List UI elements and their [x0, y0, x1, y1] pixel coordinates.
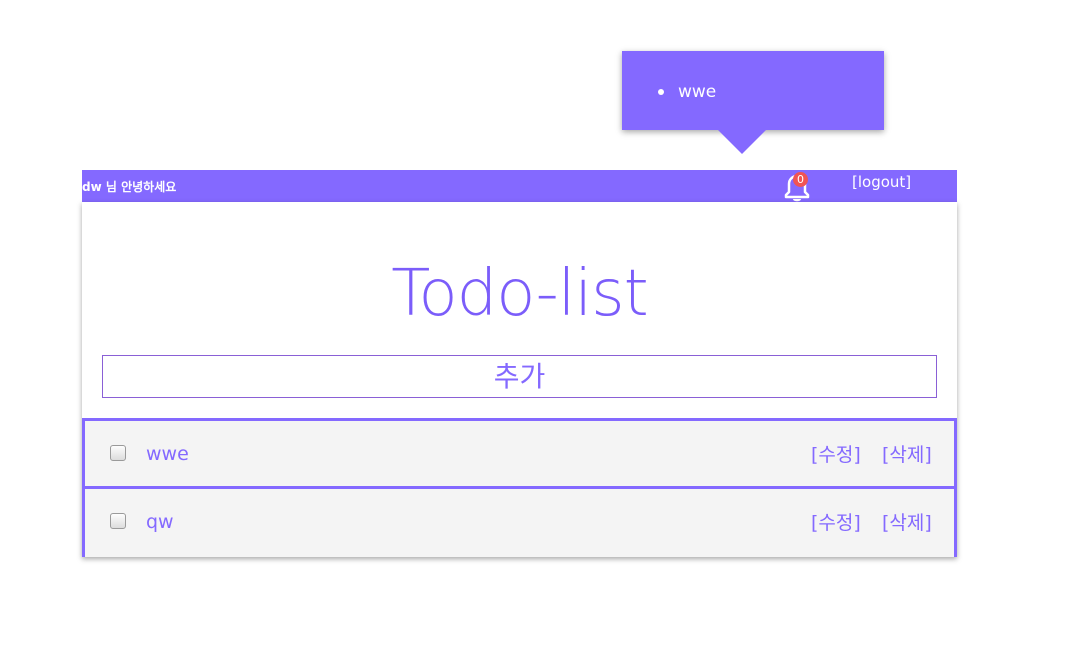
- todo-text: qw: [146, 511, 174, 533]
- popup-pointer-arrow: [718, 130, 766, 154]
- edit-link[interactable]: [수정]: [811, 440, 861, 467]
- todo-item: qw [수정] [삭제]: [82, 486, 957, 557]
- bullet-icon: [658, 89, 664, 95]
- todo-checkbox[interactable]: [110, 445, 126, 461]
- todo-text: wwe: [146, 443, 189, 465]
- todo-card: Todo-list wwe [수정] [삭제] qw [수정] [삭제]: [82, 202, 957, 557]
- notification-count-badge: 0: [793, 172, 808, 187]
- page-title: Todo-list: [391, 257, 648, 331]
- notification-item-text: wwe: [678, 82, 717, 102]
- notification-list: wwe: [658, 82, 716, 102]
- todo-item: wwe [수정] [삭제]: [82, 418, 957, 486]
- add-todo-input[interactable]: [102, 355, 937, 398]
- delete-link[interactable]: [삭제]: [882, 440, 932, 467]
- notification-bell-button[interactable]: 0: [780, 171, 814, 203]
- todo-checkbox[interactable]: [110, 513, 126, 529]
- delete-link[interactable]: [삭제]: [882, 508, 932, 535]
- notification-item[interactable]: wwe: [658, 82, 716, 102]
- top-bar: dw 님 안녕하세요 0 [logout]: [82, 170, 957, 202]
- todo-list: wwe [수정] [삭제] qw [수정] [삭제]: [82, 418, 957, 557]
- edit-link[interactable]: [수정]: [811, 508, 861, 535]
- greeting-text: dw 님 안녕하세요: [82, 180, 177, 194]
- notification-popup: wwe: [622, 51, 884, 130]
- logout-link[interactable]: [logout]: [852, 173, 911, 191]
